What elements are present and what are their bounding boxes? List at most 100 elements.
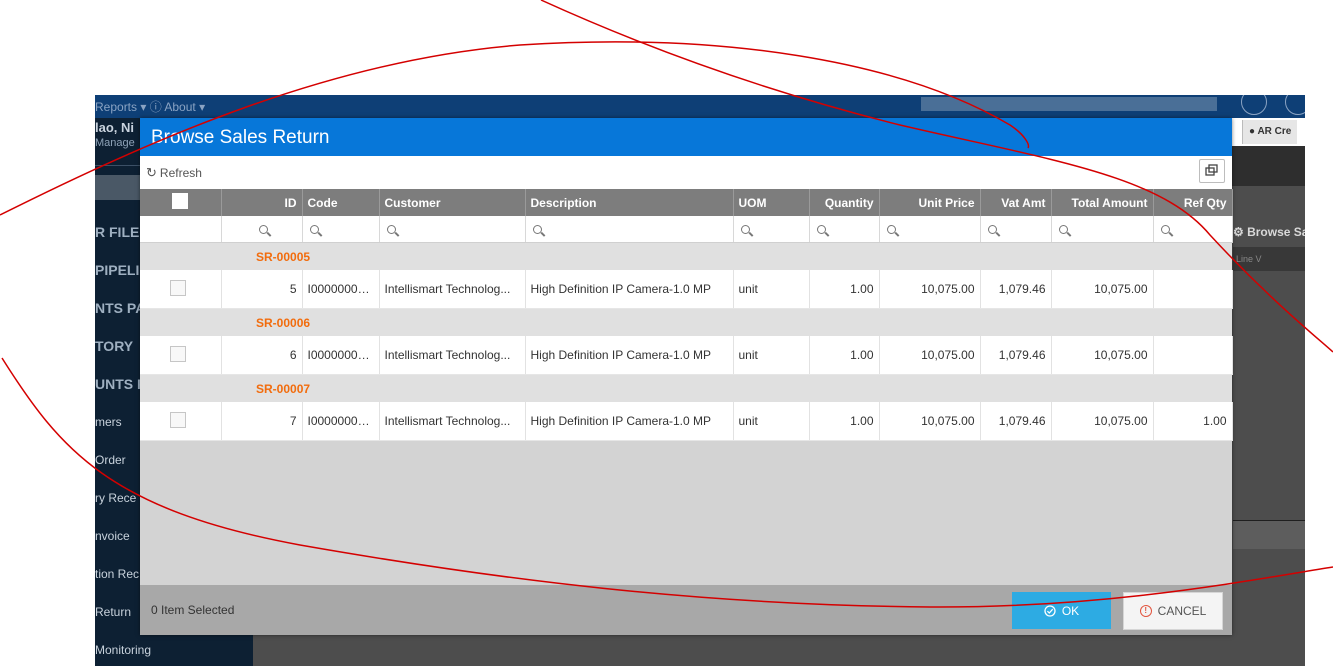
cell-ref-qty [1153, 270, 1233, 309]
cell-description: High Definition IP Camera-1.0 MP [525, 270, 734, 309]
sidebar-section-accounts-payable[interactable]: NTS PA [95, 300, 145, 316]
profile-icon[interactable] [1285, 95, 1305, 115]
dialog-header[interactable]: Browse Sales Return [140, 118, 1232, 156]
cell-vat-amt: 1,079.46 [980, 270, 1052, 309]
select-all-header[interactable] [140, 189, 222, 216]
row-select-cell[interactable] [140, 402, 222, 441]
column-header-total-amount[interactable]: Total Amount [1051, 189, 1154, 216]
cell-id: 5 [221, 270, 303, 309]
filter-customer[interactable] [379, 216, 526, 243]
column-header-id[interactable]: ID [221, 189, 303, 216]
filter-total-amount[interactable] [1051, 216, 1154, 243]
cell-ref-qty: 1.00 [1153, 402, 1233, 441]
refresh-button[interactable]: ↻ Refresh [146, 165, 202, 181]
main-lower-bar [1233, 520, 1305, 549]
select-all-checkbox[interactable] [172, 193, 189, 209]
column-header-description[interactable]: Description [525, 189, 734, 216]
column-header-ref-qty[interactable]: Ref Qty [1153, 189, 1233, 216]
column-header-customer[interactable]: Customer [379, 189, 526, 216]
sidebar-item-delivery-receipt[interactable]: ry Rece [95, 491, 136, 505]
browse-sales-button-bg[interactable]: ⚙ Browse Sa [1233, 225, 1305, 239]
line-column-header-bg: Line V [1233, 247, 1305, 271]
ok-label: OK [1061, 603, 1080, 618]
sidebar-section-file[interactable]: R FILE [95, 224, 139, 240]
cell-uom: unit [733, 270, 810, 309]
dialog-toolbar: ↻ Refresh [140, 156, 1232, 189]
group-label: SR-00006 [221, 308, 1232, 336]
cell-vat-amt: 1,079.46 [980, 402, 1052, 441]
sidebar-item-collection-receipt[interactable]: tion Rec [95, 567, 139, 581]
cell-uom: unit [733, 402, 810, 441]
search-icon [532, 225, 542, 235]
sidebar-item-monitoring[interactable]: Monitoring [95, 643, 151, 657]
column-header-uom[interactable]: UOM [733, 189, 810, 216]
cell-description: High Definition IP Camera-1.0 MP [525, 336, 734, 375]
group-header-row[interactable]: SR-00007 [140, 374, 1232, 402]
cell-quantity: 1.00 [809, 336, 880, 375]
column-header-code[interactable]: Code [302, 189, 380, 216]
filter-uom[interactable] [733, 216, 810, 243]
sidebar-item-sales-return[interactable]: Return [95, 605, 131, 619]
cell-ref-qty [1153, 336, 1233, 375]
sidebar-item-customers[interactable]: mers [95, 415, 122, 429]
row-checkbox[interactable] [169, 279, 186, 296]
column-header-vat-amt[interactable]: Vat Amt [980, 189, 1052, 216]
cell-id: 6 [221, 336, 303, 375]
cell-total-amount: 10,075.00 [1051, 336, 1154, 375]
search-icon [987, 225, 997, 235]
cancel-label: CANCEL [1157, 604, 1207, 618]
search-icon [1058, 225, 1068, 235]
filter-cell-select [140, 216, 222, 243]
search-icon [1160, 225, 1170, 235]
filter-vat-amt[interactable] [980, 216, 1052, 243]
cell-code: I00000000... [302, 402, 380, 441]
column-header-unit-price[interactable]: Unit Price [879, 189, 981, 216]
row-checkbox[interactable] [169, 411, 186, 428]
filter-id[interactable] [221, 216, 303, 243]
sidebar-item-invoice[interactable]: nvoice [95, 529, 130, 543]
cell-total-amount: 10,075.00 [1051, 270, 1154, 309]
check-circle-icon [1044, 604, 1056, 617]
dialog-title: Browse Sales Return [151, 127, 330, 148]
tab-ar-credit[interactable]: ● AR Cre [1242, 120, 1298, 144]
cancel-button[interactable]: ! CANCEL [1123, 592, 1223, 630]
search-icon [816, 225, 826, 235]
cell-uom: unit [733, 336, 810, 375]
row-select-cell[interactable] [140, 270, 222, 309]
window-restore-icon [1205, 164, 1218, 176]
window-restore-button[interactable] [1199, 159, 1225, 183]
sidebar-section-inventory[interactable]: TORY [95, 338, 133, 354]
cell-unit-price: 10,075.00 [879, 402, 981, 441]
browse-sales-return-dialog: Browse Sales Return ↻ Refresh ID Code Cus… [140, 118, 1233, 635]
filter-quantity[interactable] [809, 216, 880, 243]
selected-count: 0 Item Selected [151, 603, 235, 617]
cell-description: High Definition IP Camera-1.0 MP [525, 402, 734, 441]
row-checkbox[interactable] [169, 345, 186, 362]
ok-button[interactable]: OK [1012, 592, 1111, 629]
group-header-row[interactable]: SR-00005 [140, 242, 1232, 270]
filter-ref-qty[interactable] [1153, 216, 1233, 243]
sidebar-item-order[interactable]: Order [95, 453, 126, 467]
filter-code[interactable] [302, 216, 380, 243]
cell-customer: Intellismart Technolog... [379, 402, 526, 441]
cell-unit-price: 10,075.00 [879, 270, 981, 309]
filter-description[interactable] [525, 216, 734, 243]
global-search-bar[interactable] [921, 97, 1217, 111]
column-header-row: ID Code Customer Description UOM Quantit… [140, 189, 1233, 216]
cell-id: 7 [221, 402, 303, 441]
cell-unit-price: 10,075.00 [879, 336, 981, 375]
filter-unit-price[interactable] [879, 216, 981, 243]
search-icon [740, 225, 750, 235]
cell-total-amount: 10,075.00 [1051, 402, 1154, 441]
filter-row [140, 216, 1233, 243]
app-top-bar: Reports ▾ ⓘ About ▾ [95, 95, 1305, 118]
group-header-row[interactable]: SR-00006 [140, 308, 1232, 336]
top-menu[interactable]: Reports ▾ ⓘ About ▾ [95, 98, 205, 115]
search-icon [886, 225, 896, 235]
table-row[interactable]: 7 I00000000... Intellismart Technolog...… [140, 402, 1233, 441]
table-row[interactable]: 6 I00000000... Intellismart Technolog...… [140, 336, 1233, 375]
notification-icon[interactable] [1241, 95, 1267, 115]
table-row[interactable]: 5 I00000000... Intellismart Technolog...… [140, 270, 1233, 309]
row-select-cell[interactable] [140, 336, 222, 375]
column-header-quantity[interactable]: Quantity [809, 189, 880, 216]
